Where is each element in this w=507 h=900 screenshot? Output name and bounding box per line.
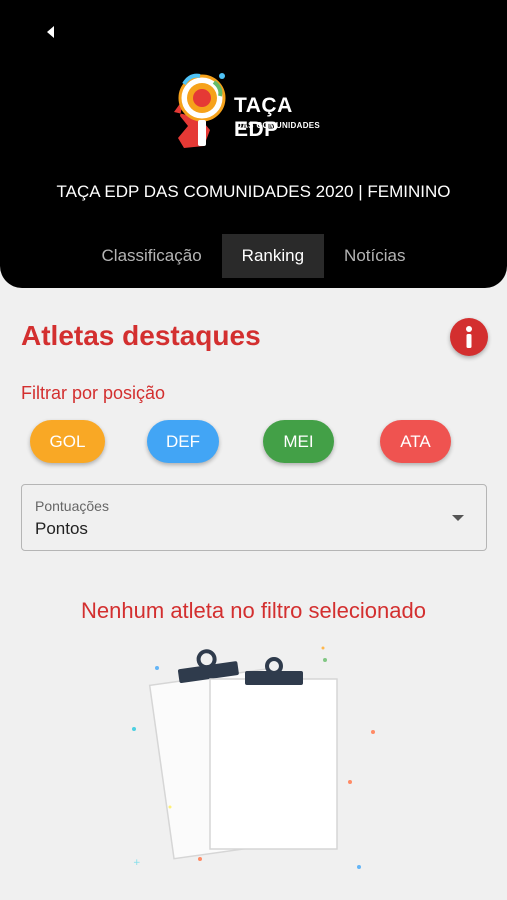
app-header: TAÇA EDP DAS COMUNIDADES TAÇA EDP DAS CO… [0,0,507,288]
empty-state-message: Nenhum atleta no filtro selecionado [81,598,426,623]
logo-emblem-icon [174,73,226,148]
position-chip-ata[interactable]: ATA [380,420,451,463]
position-chip-def[interactable]: DEF [147,420,219,463]
tab-classificacao[interactable]: Classificação [82,234,222,278]
position-chip-gol[interactable]: GOL [30,420,105,463]
dropdown-arrow-icon [452,515,464,521]
filter-label: Filtrar por posição [21,383,166,403]
select-value: Pontos [35,519,88,538]
score-type-select[interactable]: Pontuações Pontos [21,484,487,551]
tab-bar: Classificação Ranking Notícias [0,234,507,278]
tab-noticias[interactable]: Notícias [324,234,425,278]
position-chip-mei[interactable]: MEI [263,420,334,463]
empty-clipboards-illustration: + [132,646,375,869]
competition-title: TAÇA EDP DAS COMUNIDADES 2020 | FEMININO [56,182,451,201]
info-icon [466,326,472,348]
page-title: Atletas destaques [21,320,261,351]
back-button[interactable] [36,18,64,46]
taca-edp-logo: TAÇA EDP DAS COMUNIDADES [170,68,340,154]
info-button[interactable] [450,318,488,356]
svg-text:+: + [133,858,141,868]
select-label: Pontuações [35,498,109,514]
logo-text-sub: DAS COMUNIDADES [236,121,321,130]
logo-text-main: TAÇA EDP [234,94,292,141]
back-arrow-icon [47,26,54,38]
tab-ranking[interactable]: Ranking [221,234,325,278]
